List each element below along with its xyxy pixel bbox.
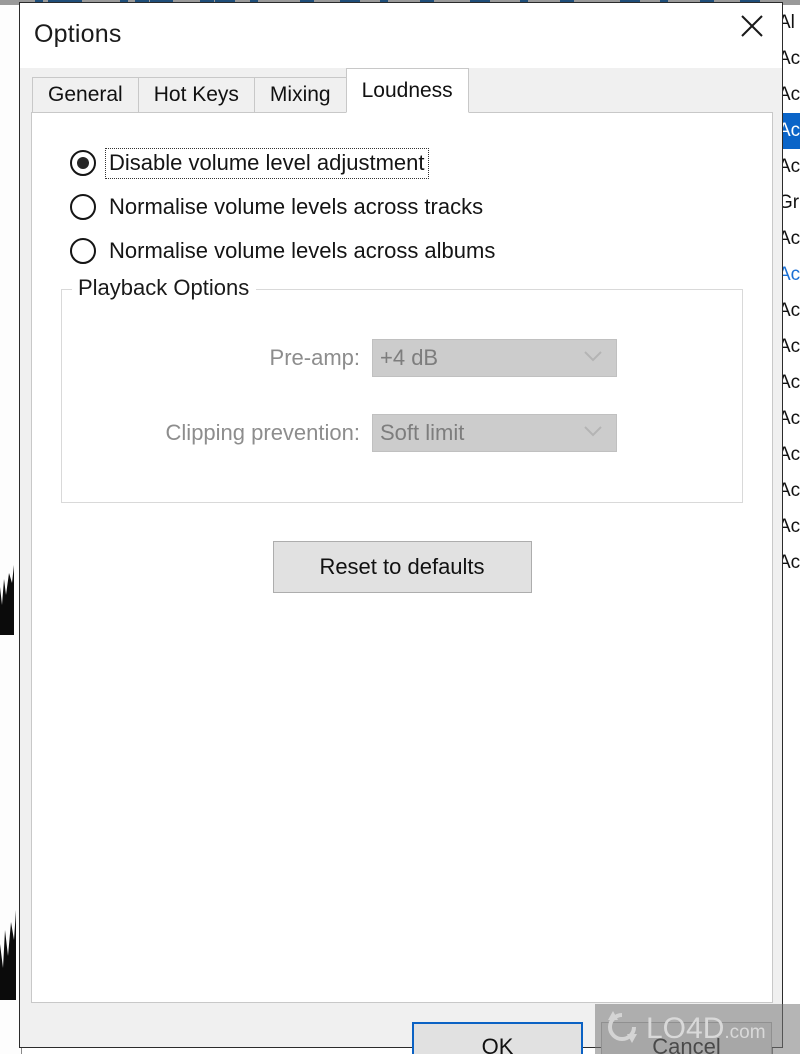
dialog-titlebar: Options xyxy=(20,3,782,68)
radio-option-label: Disable volume level adjustment xyxy=(105,147,429,179)
cancel-button[interactable]: Cancel xyxy=(601,1022,772,1054)
clipping-prevention-field-row: Clipping prevention: Soft limit xyxy=(62,413,742,453)
close-button[interactable] xyxy=(722,3,782,49)
waveform-icon xyxy=(0,565,14,635)
radio-option-label: Normalise volume levels across albums xyxy=(109,237,496,263)
tab-hot-keys[interactable]: Hot Keys xyxy=(137,77,255,112)
tab-strip[interactable]: General Hot Keys Mixing Loudness xyxy=(20,68,782,113)
radio-option-2[interactable]: Normalise volume levels across tracks xyxy=(32,185,772,229)
loudness-radio-group[interactable]: Disable volume level adjustment Normalise… xyxy=(32,113,772,273)
tab-mixing[interactable]: Mixing xyxy=(253,77,347,112)
radio-unchecked-icon[interactable] xyxy=(70,194,96,220)
radio-option-1[interactable]: Disable volume level adjustment xyxy=(32,141,772,185)
close-icon xyxy=(739,13,765,39)
chevron-down-icon xyxy=(584,349,602,367)
loudness-tab-panel: Disable volume level adjustment Normalise… xyxy=(31,112,773,1003)
pre-amp-value: +4 dB xyxy=(380,345,439,370)
playback-options-groupbox: Playback Options Pre-amp: +4 dB Clipping… xyxy=(61,275,743,503)
screen-root: Al Ac Ac Ac Ac Gr Ac Ac Ac Ac Ac Ac Ac Ac Ac Ac Options… xyxy=(0,0,800,1054)
radio-checked-icon[interactable] xyxy=(70,150,96,176)
radio-option-3[interactable]: Normalise volume levels across albums xyxy=(32,229,772,273)
chevron-down-icon xyxy=(584,424,602,442)
clipping-prevention-dropdown[interactable]: Soft limit xyxy=(372,414,617,452)
radio-unchecked-icon[interactable] xyxy=(70,238,96,264)
dialog-action-buttons: OK Cancel xyxy=(412,1022,772,1054)
tab-loudness[interactable]: Loudness xyxy=(345,68,469,113)
options-dialog: Options General Hot Keys Mixing Loudness Di… xyxy=(19,2,783,1054)
dialog-footer: OK Cancel xyxy=(20,1003,782,1054)
radio-option-label: Normalise volume levels across tracks xyxy=(109,193,484,219)
pre-amp-dropdown[interactable]: +4 dB xyxy=(372,339,617,377)
clipping-prevention-value: Soft limit xyxy=(380,420,465,445)
pre-amp-field-row: Pre-amp: +4 dB xyxy=(62,338,742,378)
dialog-title: Options xyxy=(34,20,122,48)
reset-button-container: Reset to defaults xyxy=(32,541,772,593)
reset-to-defaults-button[interactable]: Reset to defaults xyxy=(272,541,532,593)
ok-button[interactable]: OK xyxy=(412,1022,583,1054)
pre-amp-label: Pre-amp: xyxy=(269,345,360,370)
waveform-icon-lower xyxy=(0,910,16,1000)
tab-general[interactable]: General xyxy=(32,77,139,112)
clipping-prevention-label: Clipping prevention: xyxy=(165,420,360,445)
playback-options-legend: Playback Options xyxy=(72,275,257,301)
